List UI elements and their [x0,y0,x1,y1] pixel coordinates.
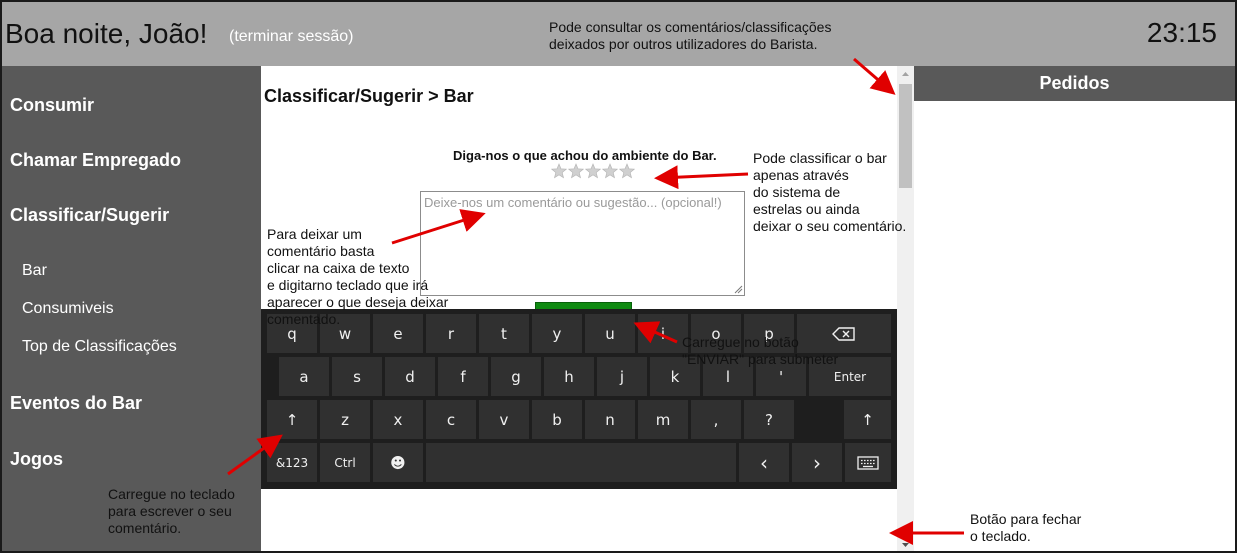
sidebar-nav: Consumir Chamar Empregado Classificar/Su… [2,66,261,551]
content-scrollbar[interactable] [897,66,914,553]
comment-placeholder: Deixe-nos um comentário ou sugestão... (… [424,195,722,210]
orders-panel: Pedidos [914,66,1235,551]
key-h[interactable]: h [544,357,594,396]
key-x[interactable]: x [373,400,423,439]
annotation-send: Carregue no botão "ENVIAR" para submeter [682,334,839,367]
star-icon[interactable] [551,163,567,179]
star-icon[interactable] [602,163,618,179]
sidebar-item-classificar-sugerir[interactable]: Classificar/Sugerir [10,205,169,226]
shift-key-right[interactable]: ↑ [844,400,891,439]
shift-key-left[interactable]: ↑ [267,400,317,439]
rating-prompt: Diga-nos o que achou do ambiente do Bar. [453,148,717,163]
key-j[interactable]: j [597,357,647,396]
key-a[interactable]: a [279,357,329,396]
key-g[interactable]: g [491,357,541,396]
key-s[interactable]: s [332,357,382,396]
hide-keyboard-key[interactable] [845,443,891,482]
key-f[interactable]: f [438,357,488,396]
scroll-up-icon[interactable] [897,66,914,82]
greeting: Boa noite, João! [5,18,208,49]
key-d[interactable]: d [385,357,435,396]
resize-handle-icon[interactable] [734,285,743,294]
sidebar-subitem-bar[interactable]: Bar [22,262,47,280]
key-c[interactable]: c [426,400,476,439]
keyboard-icon [857,455,879,470]
key-comma[interactable]: , [691,400,741,439]
annotation-comment: Para deixar um comentário basta clicar n… [267,226,449,327]
sidebar-item-chamar-empregado[interactable]: Chamar Empregado [10,150,181,171]
annotation-stars: Pode classificar o bar apenas através do… [753,150,907,234]
key-b[interactable]: b [532,400,582,439]
page-title: Classificar/Sugerir > Bar [264,86,474,106]
numbers-key[interactable]: &123 [267,443,317,482]
key-z[interactable]: z [320,400,370,439]
key-n[interactable]: n [585,400,635,439]
annotation-reviews: Pode consultar os comentários/classifica… [549,19,832,52]
star-icon[interactable] [568,163,584,179]
scroll-down-icon[interactable] [897,537,914,553]
annotation-close-keyboard: Botão para fechar o teclado. [970,511,1082,544]
app-window: Boa noite, João! (terminar sessão) 23:15… [0,0,1237,553]
star-rating [551,163,635,179]
comment-textarea[interactable]: Deixe-nos um comentário ou sugestão... (… [420,191,745,296]
clock: 23:15 [1146,17,1217,48]
key-m[interactable]: m [638,400,688,439]
sidebar-item-jogos[interactable]: Jogos [10,449,63,470]
key-v[interactable]: v [479,400,529,439]
annotation-keyboard: Carregue no teclado para escrever o seu … [108,486,235,536]
key-question[interactable]: ? [744,400,794,439]
ctrl-key[interactable]: Ctrl [320,443,370,482]
logout-link[interactable]: (terminar sessão) [229,28,353,46]
sidebar-item-consumir[interactable]: Consumir [10,95,94,116]
arrow-left-key[interactable]: ‹ [739,443,789,482]
emoji-key[interactable]: ☻ [373,443,423,482]
key-u[interactable]: u [585,314,635,353]
arrow-right-key[interactable]: › [792,443,842,482]
sidebar-item-eventos-do-bar[interactable]: Eventos do Bar [10,393,142,414]
sidebar-subitem-consumiveis[interactable]: Consumiveis [22,300,114,318]
key-y[interactable]: y [532,314,582,353]
key-i[interactable]: i [638,314,688,353]
key-t[interactable]: t [479,314,529,353]
orders-title: Pedidos [914,66,1235,101]
space-key[interactable] [426,443,736,482]
star-icon[interactable] [585,163,601,179]
sidebar-subitem-top-classificacoes[interactable]: Top de Classificações [22,338,177,356]
star-icon[interactable] [619,163,635,179]
